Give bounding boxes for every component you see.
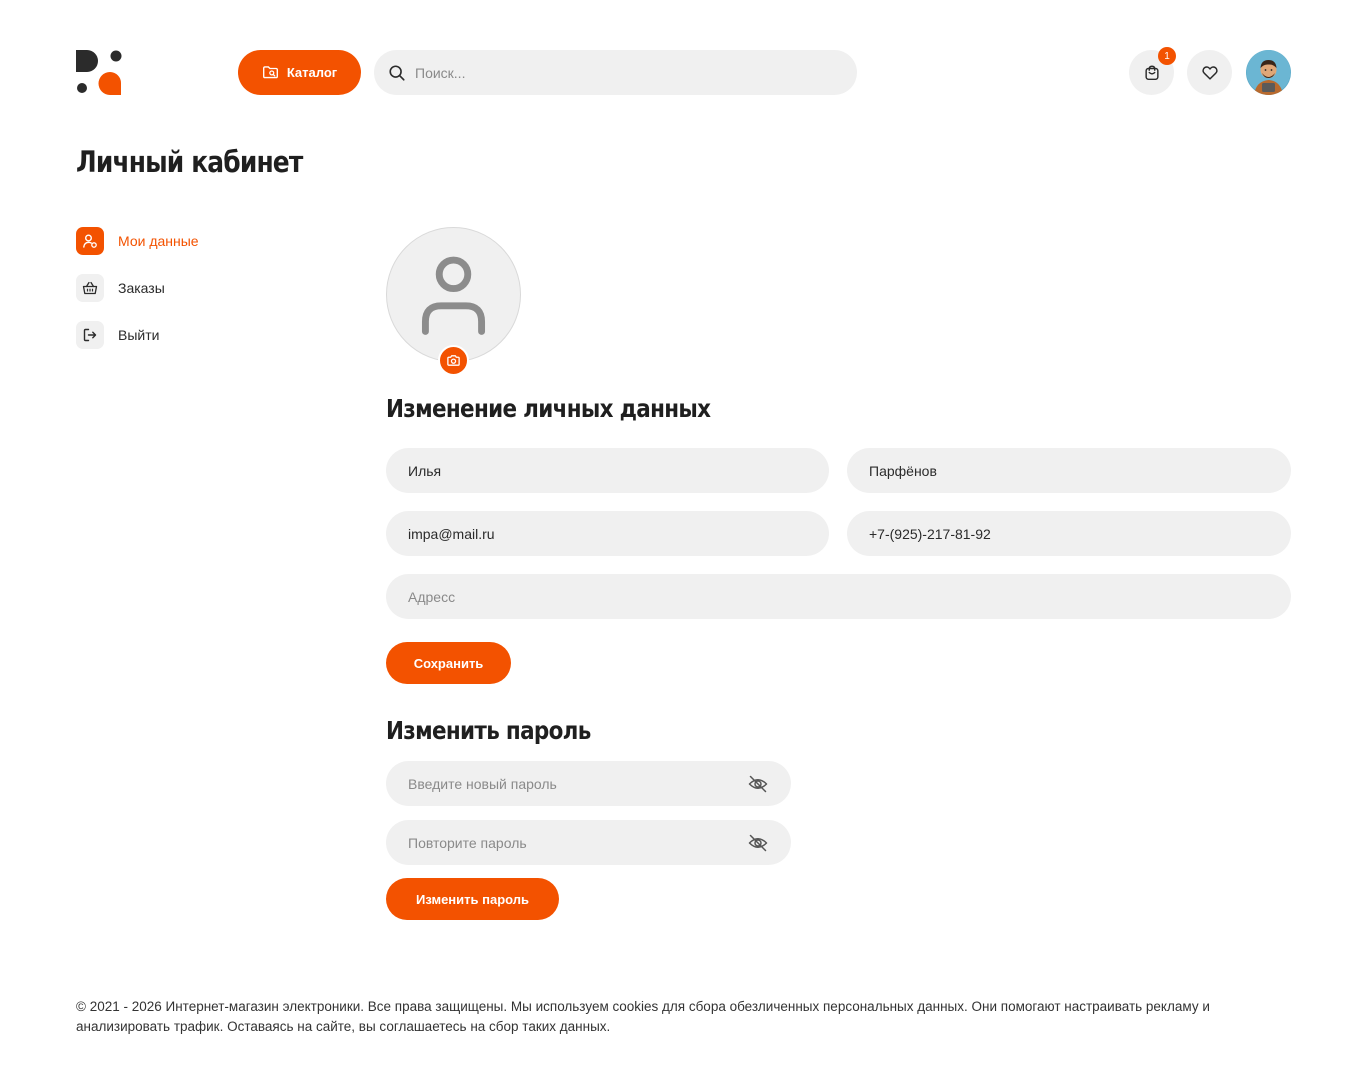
favorites-button[interactable] — [1187, 50, 1232, 95]
sidebar-item-logout[interactable]: Выйти — [76, 321, 159, 349]
avatar-image — [1246, 50, 1291, 95]
shopping-bag-icon — [1144, 65, 1159, 80]
user-avatar[interactable] — [1246, 50, 1291, 95]
sidebar-item-label: Заказы — [118, 280, 165, 296]
personal-data-title: Изменение личных данных — [386, 394, 711, 423]
cart-count-badge: 1 — [1158, 47, 1176, 65]
search-icon — [389, 64, 405, 81]
email-field — [386, 511, 829, 556]
user-edit-icon — [76, 227, 104, 255]
sidebar-item-label: Мои данные — [118, 233, 199, 249]
eye-off-icon[interactable] — [747, 773, 769, 795]
site-logo[interactable] — [76, 50, 122, 96]
basket-icon — [76, 274, 104, 302]
sidebar-item-my-data[interactable]: Мои данные — [76, 227, 199, 255]
new-password-field — [386, 761, 791, 806]
footer-text: © 2021 - 2026 Интернет-магазин электрони… — [76, 999, 1210, 1034]
last-name-field — [847, 448, 1291, 493]
sidebar-item-label: Выйти — [118, 327, 160, 343]
page-title: Личный кабинет — [76, 145, 303, 179]
user-placeholder-icon — [421, 256, 486, 335]
new-password-input[interactable] — [408, 775, 747, 792]
search-bar — [374, 50, 857, 95]
address-field — [386, 574, 1291, 619]
folder-search-icon — [262, 66, 278, 79]
search-input[interactable] — [415, 64, 835, 81]
first-name-input[interactable] — [408, 462, 807, 479]
sidebar-item-orders[interactable]: Заказы — [76, 274, 165, 302]
eye-off-icon[interactable] — [747, 832, 769, 854]
profile-photo — [386, 227, 521, 362]
save-button[interactable]: Сохранить — [386, 642, 511, 684]
change-password-title: Изменить пароль — [386, 716, 591, 745]
repeat-password-input[interactable] — [408, 834, 747, 851]
catalog-label: Каталог — [286, 65, 338, 80]
heart-icon — [1201, 65, 1218, 80]
phone-field — [847, 511, 1291, 556]
logo-icon — [76, 50, 122, 95]
phone-input[interactable] — [869, 525, 1269, 542]
catalog-button[interactable]: Каталог — [238, 50, 361, 95]
logout-icon — [76, 321, 104, 349]
first-name-field — [386, 448, 829, 493]
email-input[interactable] — [408, 525, 807, 542]
repeat-password-field — [386, 820, 791, 865]
address-input[interactable] — [408, 588, 1269, 605]
change-photo-button[interactable] — [438, 345, 469, 376]
last-name-input[interactable] — [869, 462, 1269, 479]
change-password-button[interactable]: Изменить пароль — [386, 878, 559, 920]
camera-icon — [447, 355, 460, 366]
